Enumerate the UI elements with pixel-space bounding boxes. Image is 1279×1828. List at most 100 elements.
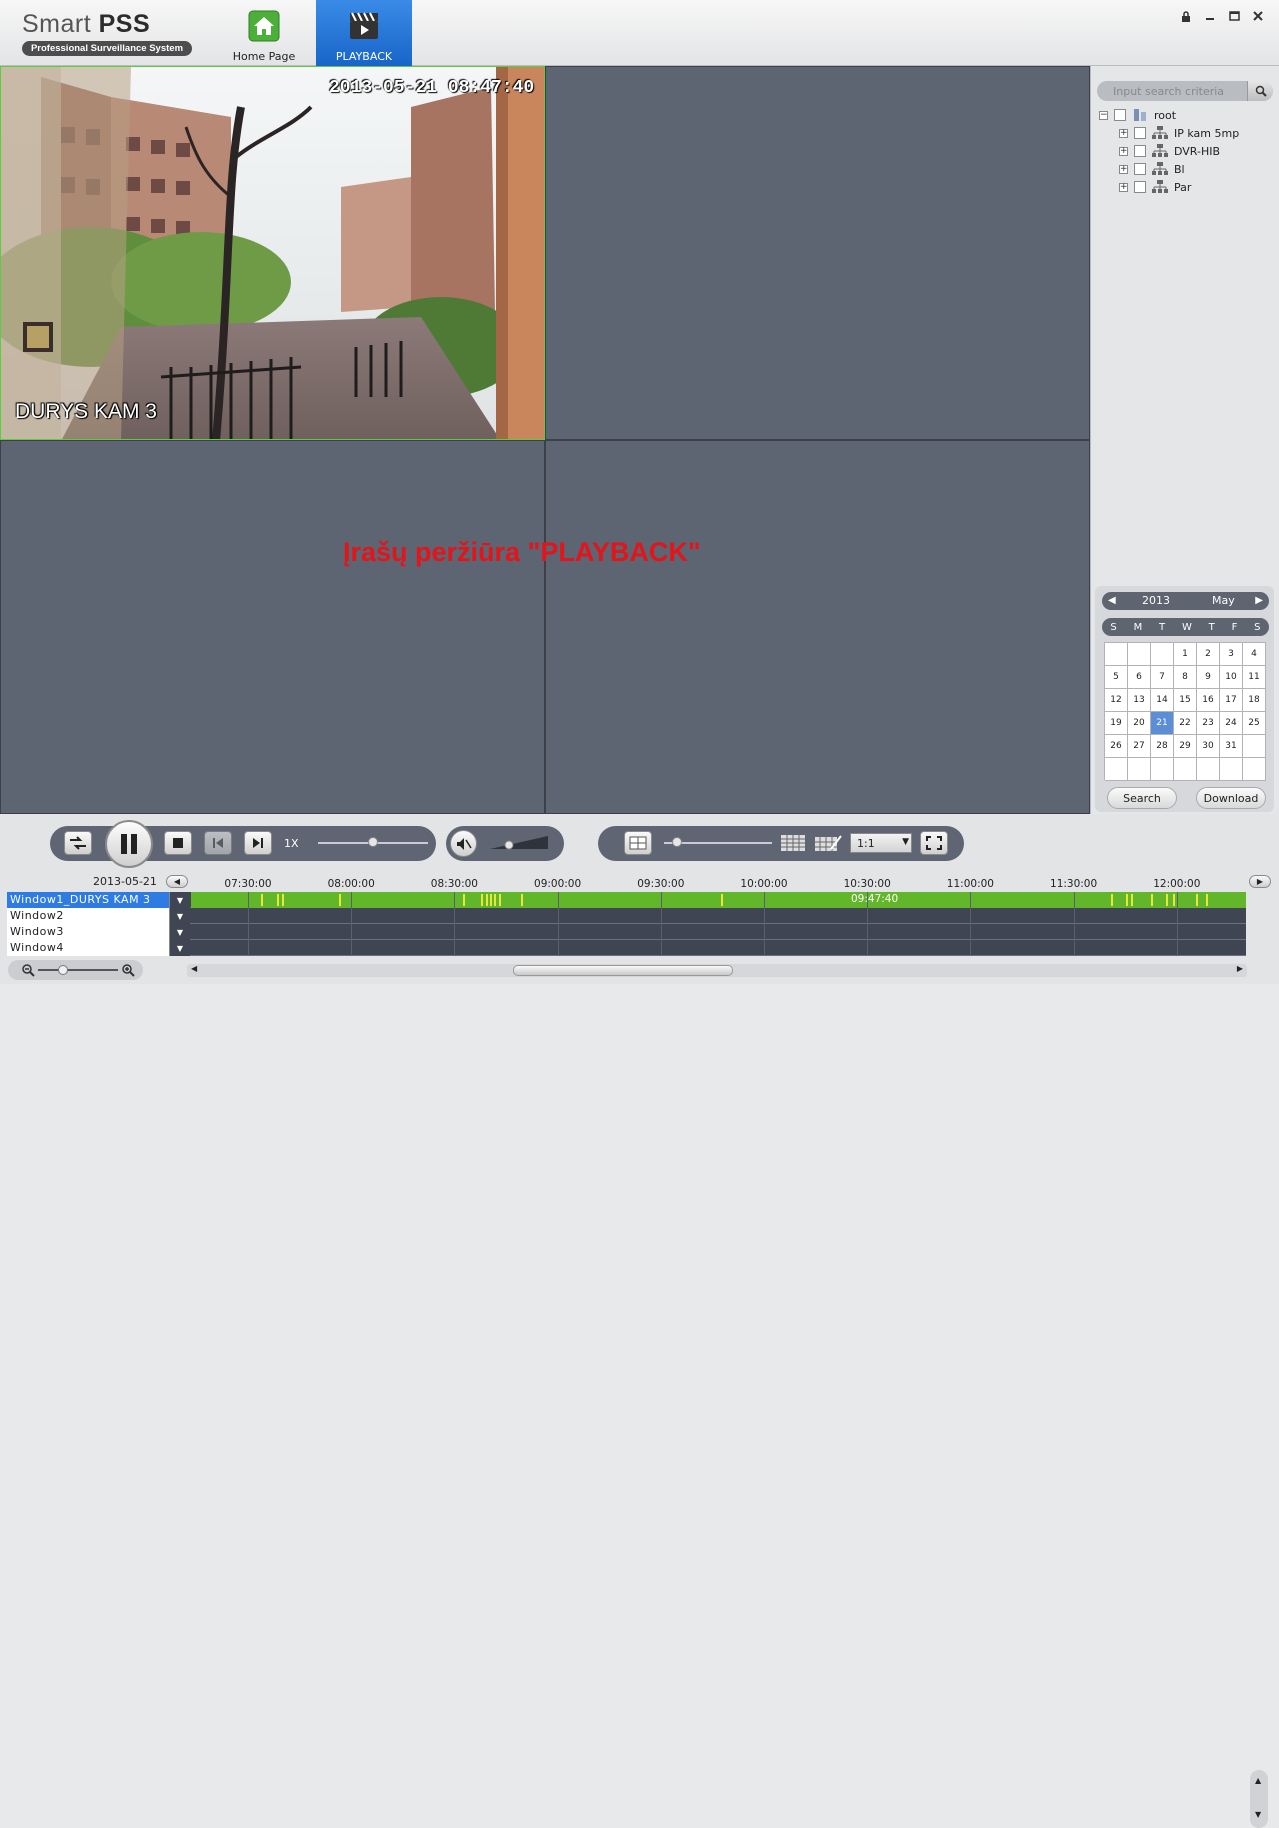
tree-node-device[interactable]: + Par <box>1119 179 1191 195</box>
track-dropdown-icon[interactable]: ▼ <box>170 892 190 908</box>
expand-icon[interactable]: + <box>1119 146 1128 156</box>
scrollbar-thumb[interactable] <box>513 965 733 976</box>
calendar-day[interactable]: 14 <box>1151 689 1174 712</box>
calendar-day[interactable]: 31 <box>1220 735 1243 758</box>
tree-node-root[interactable]: − root <box>1099 107 1176 123</box>
tree-checkbox[interactable] <box>1134 127 1146 139</box>
timeline-vertical-scrollbar[interactable]: ▲ ▼ <box>1250 1770 1268 1828</box>
track-dropdown-icon[interactable]: ▼ <box>170 940 190 956</box>
zoom-slider-track[interactable] <box>38 969 118 971</box>
calendar-day[interactable]: 4 <box>1243 643 1266 666</box>
calendar-day[interactable]: 29 <box>1174 735 1197 758</box>
calendar-day[interactable]: 21 <box>1151 712 1174 735</box>
calendar-day[interactable]: 25 <box>1243 712 1266 735</box>
prev-month-icon[interactable]: ◀ <box>1108 595 1116 606</box>
video-pane-1[interactable]: 2013-05-21 08:47:40 DURYS KAM 3 <box>0 66 545 440</box>
track-bar[interactable]: 09:47:40 <box>191 892 1246 908</box>
calendar-day[interactable]: 5 <box>1105 666 1128 689</box>
calendar-day[interactable]: 27 <box>1128 735 1151 758</box>
tree-checkbox[interactable] <box>1134 145 1146 157</box>
calendar-day[interactable]: 12 <box>1105 689 1128 712</box>
maximize-icon[interactable] <box>1225 8 1243 24</box>
calendar-day[interactable]: 8 <box>1174 666 1197 689</box>
calendar-day[interactable]: 2 <box>1197 643 1220 666</box>
step-forward-button[interactable] <box>244 831 272 855</box>
calendar-day[interactable]: 28 <box>1151 735 1174 758</box>
track-bar[interactable] <box>191 940 1246 956</box>
calendar-day[interactable]: 24 <box>1220 712 1243 735</box>
expand-icon[interactable]: + <box>1119 164 1128 174</box>
timeline-track[interactable]: Window2 ▼ <box>7 908 1246 924</box>
track-dropdown-icon[interactable]: ▼ <box>170 924 190 940</box>
tree-node-device[interactable]: + Bl <box>1119 161 1185 177</box>
next-month-icon[interactable]: ▶ <box>1255 595 1263 606</box>
lock-icon[interactable] <box>1177 8 1195 24</box>
calendar-day[interactable]: 19 <box>1105 712 1128 735</box>
calendar-day[interactable]: 13 <box>1128 689 1151 712</box>
calendar-day[interactable]: 22 <box>1174 712 1197 735</box>
download-button[interactable]: Download <box>1196 787 1266 809</box>
close-icon[interactable] <box>1249 8 1267 24</box>
tree-node-device[interactable]: + IP kam 5mp <box>1119 125 1239 141</box>
step-back-button[interactable] <box>204 831 232 855</box>
expand-icon[interactable]: + <box>1119 128 1128 138</box>
calendar-day[interactable]: 10 <box>1220 666 1243 689</box>
search-input[interactable] <box>1097 81 1247 101</box>
calendar-day[interactable]: 20 <box>1128 712 1151 735</box>
calendar-day[interactable]: 6 <box>1128 666 1151 689</box>
video-pane-4[interactable] <box>545 440 1090 814</box>
track-dropdown-icon[interactable]: ▼ <box>170 908 190 924</box>
calendar-day[interactable]: 16 <box>1197 689 1220 712</box>
scroll-down-icon[interactable]: ▼ <box>1255 1810 1261 1819</box>
scroll-up-icon[interactable]: ▲ <box>1255 1776 1261 1785</box>
calendar-day[interactable]: 23 <box>1197 712 1220 735</box>
tree-checkbox[interactable] <box>1134 181 1146 193</box>
calendar-day[interactable]: 18 <box>1243 689 1266 712</box>
pause-button[interactable] <box>105 820 153 868</box>
timeline-next-button[interactable]: ▶ <box>1249 875 1271 888</box>
timeline-track[interactable]: Window3 ▼ <box>7 924 1246 940</box>
scroll-left-icon[interactable]: ◀ <box>191 964 197 973</box>
calendar-day[interactable]: 11 <box>1243 666 1266 689</box>
search-button[interactable]: Search <box>1107 787 1177 809</box>
expand-icon[interactable]: + <box>1119 182 1128 192</box>
custom-layout-button[interactable] <box>814 834 844 852</box>
volume-slider[interactable] <box>490 836 548 850</box>
timeline-prev-button[interactable]: ◀ <box>166 875 188 888</box>
timeline-track[interactable]: Window4 ▼ <box>7 940 1246 956</box>
tab-home-page[interactable]: Home Page <box>216 0 312 66</box>
minimize-icon[interactable] <box>1201 8 1219 24</box>
calendar-day[interactable]: 9 <box>1197 666 1220 689</box>
search-button[interactable] <box>1247 81 1273 101</box>
track-bar[interactable] <box>191 924 1246 940</box>
calendar-day[interactable]: 15 <box>1174 689 1197 712</box>
zoom-out-icon[interactable] <box>22 964 35 977</box>
tree-checkbox[interactable] <box>1114 109 1126 121</box>
calendar-day[interactable]: 1 <box>1174 643 1197 666</box>
tree-node-device[interactable]: + DVR-HIB <box>1119 143 1220 159</box>
sync-play-button[interactable] <box>64 831 92 855</box>
zoom-slider-thumb[interactable] <box>58 965 68 975</box>
scroll-right-icon[interactable]: ▶ <box>1237 964 1243 973</box>
split-screen-button[interactable] <box>624 831 652 855</box>
video-pane-3[interactable] <box>0 440 545 814</box>
collapse-icon[interactable]: − <box>1099 110 1108 120</box>
track-bar[interactable] <box>191 908 1246 924</box>
mute-button[interactable] <box>450 830 477 857</box>
stop-button[interactable] <box>164 831 192 855</box>
aspect-ratio-select[interactable]: 1:1 ▼ <box>850 833 912 853</box>
video-pane-2[interactable] <box>545 66 1090 440</box>
calendar-day[interactable]: 26 <box>1105 735 1128 758</box>
calendar-day[interactable]: 3 <box>1220 643 1243 666</box>
tab-playback[interactable]: PLAYBACK <box>316 0 412 66</box>
split-slider-thumb[interactable] <box>672 837 682 847</box>
timeline-horizontal-scrollbar[interactable]: ◀ ▶ <box>187 964 1247 977</box>
fullscreen-button[interactable] <box>920 831 948 855</box>
calendar-day[interactable]: 7 <box>1151 666 1174 689</box>
speed-slider-thumb[interactable] <box>368 837 378 847</box>
tree-checkbox[interactable] <box>1134 163 1146 175</box>
calendar-day[interactable]: 30 <box>1197 735 1220 758</box>
timeline-track[interactable]: Window1_DURYS KAM 3 ▼ 09:47:40 <box>7 892 1246 908</box>
grid-view-button[interactable] <box>780 834 806 852</box>
zoom-in-icon[interactable] <box>122 964 135 977</box>
